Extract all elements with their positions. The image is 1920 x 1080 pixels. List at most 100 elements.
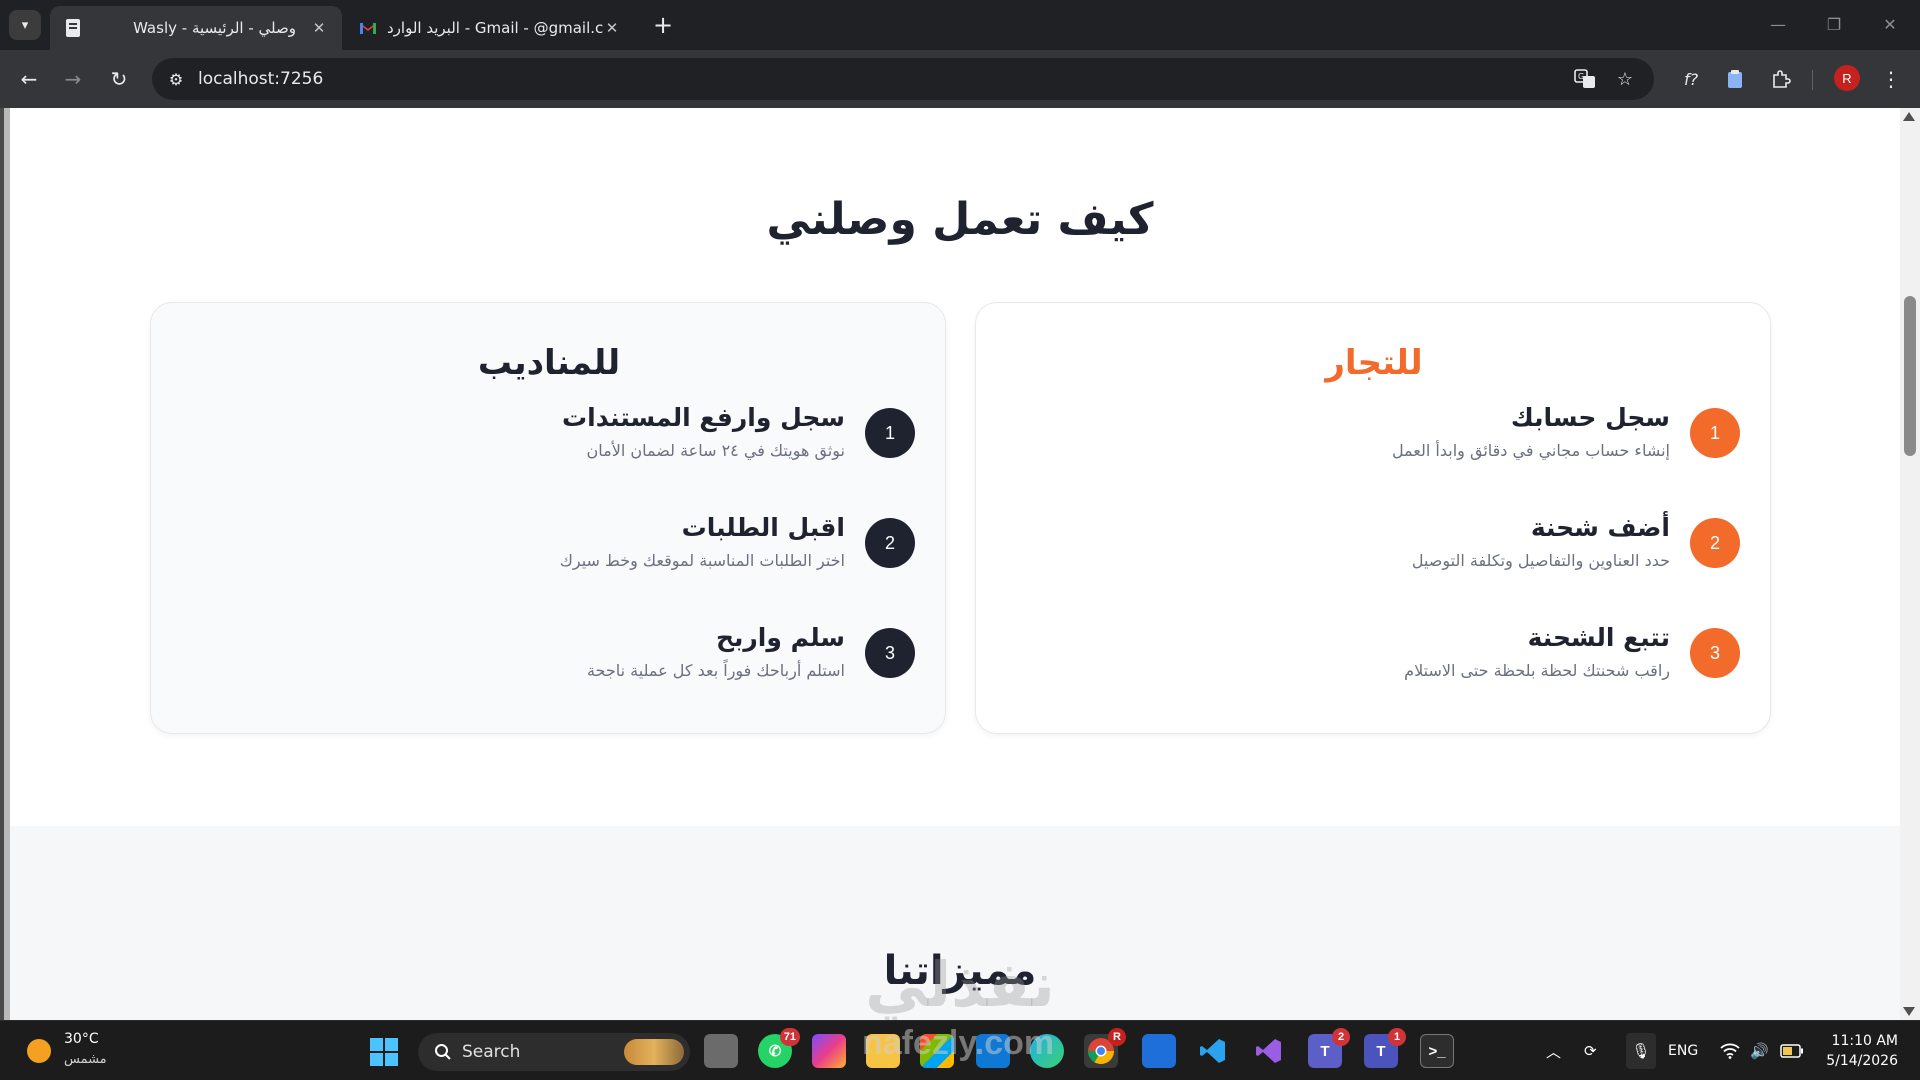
scroll-up-arrow-icon[interactable]	[1903, 112, 1915, 121]
watermark-english: nafezly.com	[862, 1024, 1055, 1062]
chrome-icon[interactable]: R	[1084, 1028, 1126, 1068]
whatsapp-icon[interactable]: ✆ 71	[758, 1028, 800, 1068]
restore-icon[interactable]: ❐	[1814, 8, 1854, 40]
drivers-card: للمناديب 1 سجل وارفع المستندات نوثق هويت…	[150, 302, 946, 734]
merchant-step-1: 1 سجل حسابك إنشاء حساب مجاني في دقائق وا…	[1040, 403, 1740, 463]
step-title: اقبل الطلبات	[681, 513, 845, 542]
notification-badge: 71	[779, 1028, 800, 1046]
terminal-icon[interactable]: >_	[1420, 1034, 1454, 1068]
step-description: اختر الطلبات المناسبة لموقعك وخط سيرك	[559, 551, 845, 570]
show-hidden-icons-chevron-icon[interactable]: ︿	[1546, 1041, 1561, 1061]
vscode-icon[interactable]	[1196, 1034, 1230, 1068]
svg-text:G: G	[1578, 72, 1584, 81]
step-description: إنشاء حساب مجاني في دقائق وابدأ العمل	[1391, 441, 1670, 460]
taskbar-search[interactable]: Search	[418, 1033, 690, 1071]
visual-studio-icon[interactable]	[1252, 1034, 1286, 1068]
profile-avatar[interactable]: R	[1834, 65, 1860, 91]
search-label: Search	[462, 1042, 521, 1062]
weather-description[interactable]: مشمس	[64, 1052, 107, 1067]
step-number: 1	[1690, 408, 1740, 458]
reload-icon[interactable]: ↻	[104, 64, 134, 94]
watermark-arabic: نفذلي	[865, 948, 1055, 1020]
minimize-icon[interactable]: —	[1758, 8, 1798, 40]
forward-arrow-icon[interactable]: →	[58, 64, 88, 94]
clock-date: 5/14/2026	[1826, 1053, 1898, 1069]
merchant-step-2: 2 أضف شحنة حدد العناوين والتفاصيل وتكلفة…	[1040, 513, 1740, 573]
tab-title: البريد الوارد - Gmail - @gmail.com	[387, 19, 603, 37]
page-scrollbar[interactable]	[1900, 108, 1920, 1020]
driver-step-3: 3 سلم واربح استلم أرباحك فوراً بعد كل عم…	[215, 623, 915, 683]
page-viewport: كيف تعمل وصلني للتجار 1 سجل حسابك إنشاء …	[0, 108, 1920, 1020]
teams-work-icon[interactable]: T1	[1364, 1028, 1406, 1068]
drivers-card-title: للمناديب	[477, 343, 621, 383]
close-window-icon[interactable]: ✕	[1870, 8, 1910, 40]
search-highlight-image	[624, 1039, 684, 1065]
extensions-puzzle-icon[interactable]	[1766, 64, 1796, 94]
bookmark-star-icon[interactable]: ☆	[1612, 67, 1638, 91]
driver-step-2: 2 اقبل الطلبات اختر الطلبات المناسبة لمو…	[215, 513, 915, 573]
step-title: أضف شحنة	[1530, 513, 1670, 542]
tab-search-button[interactable]: ▾	[9, 10, 41, 40]
window-left-edge	[0, 108, 10, 1020]
teams-icon[interactable]: T2	[1308, 1028, 1350, 1068]
how-it-works-title: كيف تعمل وصلني	[766, 194, 1154, 245]
site-settings-icon[interactable]: ⚙	[164, 67, 188, 91]
step-number: 3	[865, 628, 915, 678]
step-title: سجل وارفع المستندات	[562, 403, 845, 432]
step-title: سلم واربح	[715, 623, 845, 652]
step-description: حدد العناوين والتفاصيل وتكلفة التوصيل	[1411, 551, 1670, 570]
language-indicator[interactable]: ENG	[1668, 1041, 1698, 1061]
step-description: استلم أرباحك فوراً بعد كل عملية ناجحة	[586, 661, 845, 680]
scroll-thumb[interactable]	[1904, 296, 1916, 456]
step-number: 3	[1690, 628, 1740, 678]
translate-icon[interactable]: G	[1572, 67, 1598, 91]
merchants-card: للتجار 1 سجل حسابك إنشاء حساب مجاني في د…	[975, 302, 1771, 734]
step-number: 2	[1690, 518, 1740, 568]
windows-start-icon[interactable]	[370, 1038, 398, 1066]
sync-icon[interactable]: ⟳	[1584, 1041, 1597, 1061]
toolbar-divider	[1812, 70, 1813, 90]
m365-copilot-icon[interactable]	[812, 1034, 846, 1068]
volume-icon[interactable]: 🔊	[1750, 1041, 1769, 1061]
scroll-down-arrow-icon[interactable]	[1903, 1007, 1915, 1016]
url-text[interactable]: localhost:7256	[198, 69, 323, 89]
extension-clipboard-icon[interactable]	[1720, 64, 1750, 94]
tab-wasly[interactable]: Wasly - وصلي - الرئيسية ✕	[50, 6, 342, 50]
step-number: 2	[865, 518, 915, 568]
merchant-step-3: 3 تتبع الشحنة راقب شحنتك لحظة بلحظة حتى …	[1040, 623, 1740, 683]
gmail-icon	[359, 18, 377, 38]
step-number: 1	[865, 408, 915, 458]
wifi-icon[interactable]	[1720, 1041, 1740, 1061]
sun-weather-icon[interactable]	[27, 1039, 51, 1063]
search-icon	[432, 1041, 454, 1063]
close-tab-icon[interactable]: ✕	[603, 19, 621, 37]
new-tab-button[interactable]: +	[648, 10, 678, 40]
tab-gmail[interactable]: البريد الوارد - Gmail - @gmail.com ✕	[345, 6, 635, 50]
step-description: راقب شحنتك لحظة بلحظة حتى الاستلام	[1404, 661, 1670, 680]
weather-temperature[interactable]: 30°C	[64, 1031, 99, 1047]
notification-badge: 1	[1388, 1028, 1406, 1046]
task-view-icon[interactable]	[704, 1034, 738, 1068]
extension-fx-icon[interactable]: f?	[1676, 64, 1706, 94]
step-description: نوثق هويتك في ٢٤ ساعة لضمان الأمان	[586, 441, 845, 460]
back-arrow-icon[interactable]: ←	[14, 64, 44, 94]
address-bar[interactable]: ⚙ localhost:7256 G ☆	[152, 58, 1654, 100]
kebab-menu-icon[interactable]: ⋮	[1876, 64, 1906, 94]
clock-time: 11:10 AM	[1831, 1033, 1898, 1049]
close-tab-icon[interactable]: ✕	[310, 19, 328, 37]
merchants-card-title: للتجار	[1325, 343, 1423, 383]
tab-title: Wasly - وصلي - الرئيسية	[133, 19, 296, 37]
page-favicon-icon	[64, 18, 82, 38]
azure-data-studio-icon[interactable]	[1142, 1034, 1176, 1068]
system-clock[interactable]: 11:10 AM 5/14/2026	[1826, 1031, 1898, 1071]
step-title: سجل حسابك	[1510, 403, 1670, 432]
battery-icon[interactable]	[1780, 1041, 1804, 1061]
chevron-down-icon: ▾	[21, 17, 29, 33]
profile-badge: R	[1108, 1028, 1126, 1046]
browser-toolbar: ← → ↻ ⚙ localhost:7256 G ☆ f? R ⋮	[0, 50, 1920, 108]
wasly-page: كيف تعمل وصلني للتجار 1 سجل حسابك إنشاء …	[10, 108, 1900, 1020]
driver-step-1: 1 سجل وارفع المستندات نوثق هويتك في ٢٤ س…	[215, 403, 915, 463]
mic-muted-icon[interactable]: 🎙	[1626, 1033, 1656, 1069]
step-title: تتبع الشحنة	[1527, 623, 1670, 652]
notification-badge: 2	[1332, 1028, 1350, 1046]
